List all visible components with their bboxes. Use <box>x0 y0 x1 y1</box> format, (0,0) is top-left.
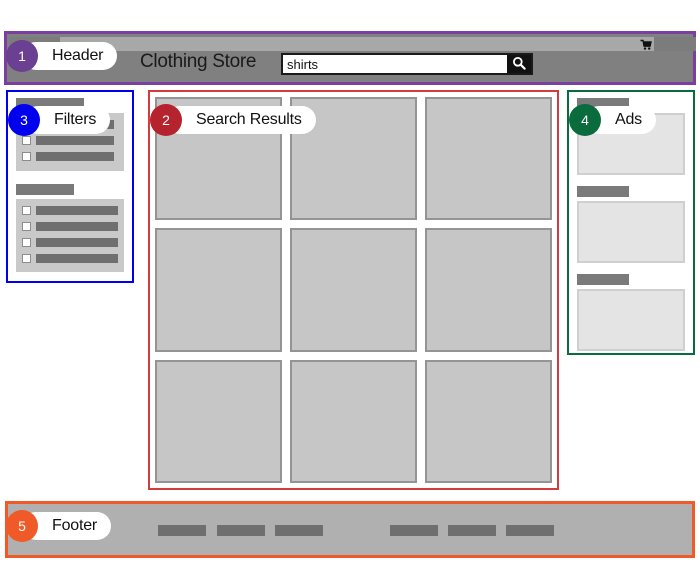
filter-label-bar <box>36 254 118 263</box>
search-button[interactable] <box>507 55 531 73</box>
footer-link[interactable] <box>158 525 206 536</box>
annotation-badge-filters: 3 Filters <box>8 104 111 136</box>
search-icon <box>512 56 526 73</box>
footer-link[interactable] <box>217 525 265 536</box>
product-card[interactable] <box>425 228 552 352</box>
filter-row[interactable] <box>22 253 118 264</box>
annotation-badge-ads: 4 Ads <box>569 104 656 136</box>
product-card[interactable] <box>290 228 417 352</box>
filter-label-bar <box>36 222 118 231</box>
filter-label-bar <box>36 238 118 247</box>
annotation-number-text: 3 <box>20 112 28 128</box>
page-canvas: Clothing Store 1 Header <box>0 0 700 584</box>
footer-link[interactable] <box>448 525 496 536</box>
annotation-number-text: 4 <box>581 112 589 128</box>
annotation-number-4: 4 <box>569 104 601 136</box>
filter-row[interactable] <box>22 135 114 146</box>
product-card[interactable] <box>290 359 417 483</box>
footer-link[interactable] <box>390 525 438 536</box>
annotation-badge-footer: 5 Footer <box>6 510 112 542</box>
filter-label-bar <box>36 136 114 145</box>
product-card[interactable] <box>155 359 282 483</box>
search-bar <box>281 53 533 75</box>
annotation-label-footer: Footer <box>52 517 98 534</box>
filter-checkbox[interactable] <box>22 254 31 263</box>
search-results-panel <box>148 90 559 490</box>
annotation-label-filters: Filters <box>54 111 97 128</box>
annotation-badge-header: 1 Header <box>6 40 118 72</box>
shopping-cart-icon[interactable] <box>640 38 652 50</box>
annotation-label-header: Header <box>52 47 104 64</box>
filter-checkbox[interactable] <box>22 136 31 145</box>
site-title: Clothing Store <box>140 51 257 72</box>
filter-checkbox[interactable] <box>22 152 31 161</box>
annotation-label-search-results: Search Results <box>196 111 302 128</box>
product-grid <box>155 97 552 483</box>
search-input[interactable] <box>283 55 507 73</box>
annotation-number-text: 2 <box>162 112 170 128</box>
filter-checkbox[interactable] <box>22 206 31 215</box>
product-card[interactable] <box>425 97 552 221</box>
filter-checkbox[interactable] <box>22 238 31 247</box>
filter-label-bar <box>36 152 114 161</box>
ad-label-bar <box>577 186 629 197</box>
annotation-number-5: 5 <box>6 510 38 542</box>
annotation-number-text: 5 <box>18 518 26 534</box>
filter-row[interactable] <box>22 205 118 216</box>
ad-slot[interactable] <box>577 201 685 263</box>
product-card[interactable] <box>155 228 282 352</box>
filter-group-2 <box>16 199 124 272</box>
ad-label-bar <box>577 274 629 285</box>
footer-link[interactable] <box>506 525 554 536</box>
filter-group-2-heading <box>16 184 74 195</box>
annotation-label-ads: Ads <box>615 111 642 128</box>
filter-row[interactable] <box>22 151 114 162</box>
ad-slot[interactable] <box>577 289 685 351</box>
annotation-number-text: 1 <box>18 48 26 64</box>
annotation-number-2: 2 <box>150 104 182 136</box>
annotation-number-3: 3 <box>8 104 40 136</box>
filter-row[interactable] <box>22 221 118 232</box>
filter-label-bar <box>36 206 118 215</box>
annotation-badge-search-results: 2 Search Results <box>150 104 316 136</box>
annotation-number-1: 1 <box>6 40 38 72</box>
footer-link[interactable] <box>275 525 323 536</box>
nav-right-block[interactable] <box>654 37 696 51</box>
product-card[interactable] <box>425 359 552 483</box>
filter-checkbox[interactable] <box>22 222 31 231</box>
filter-row[interactable] <box>22 237 118 248</box>
